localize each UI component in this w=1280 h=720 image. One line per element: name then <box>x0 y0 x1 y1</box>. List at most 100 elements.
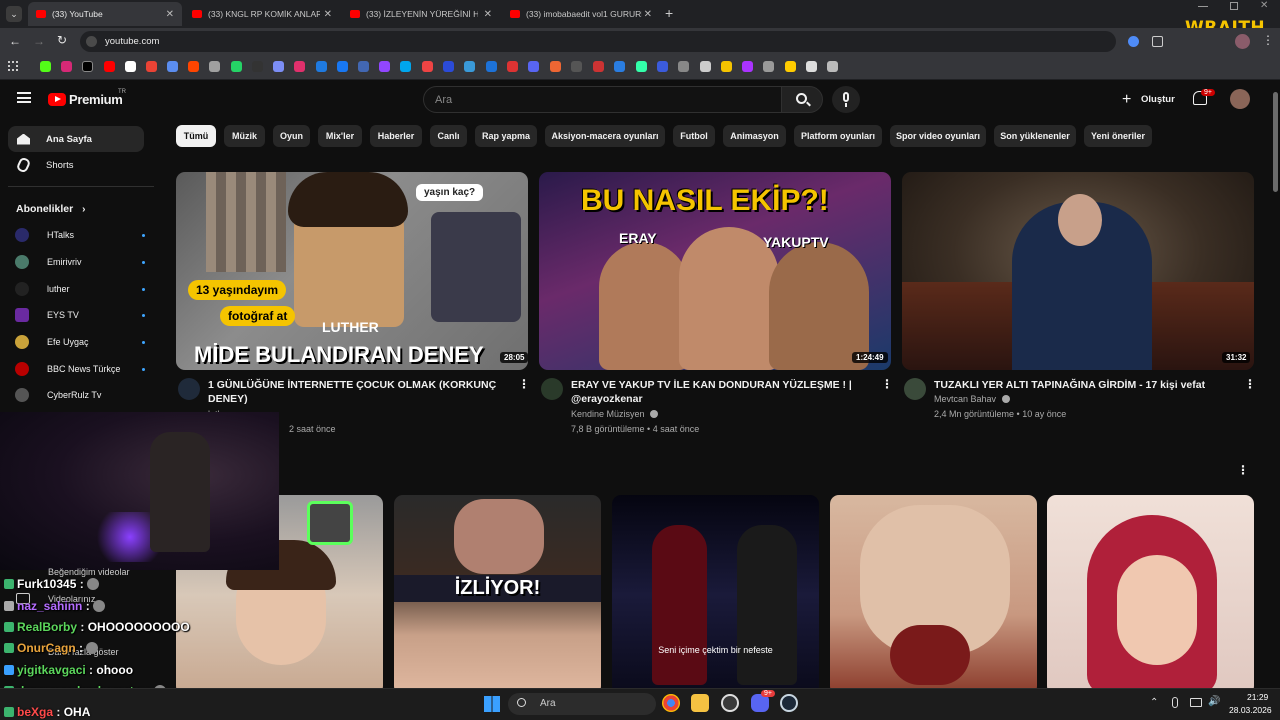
scrollbar-thumb[interactable] <box>1273 92 1278 192</box>
extension-icon[interactable] <box>1128 36 1139 47</box>
reload-icon[interactable]: ↻ <box>57 33 67 47</box>
tab-izleyenin[interactable]: (33) İZLEYENİN YÜREĞİNİ HOP ✕ <box>342 2 500 26</box>
bookmark-ext9-icon[interactable] <box>422 61 433 72</box>
taskbar-obs-icon[interactable] <box>721 694 739 712</box>
shorts-thumbnail-5[interactable] <box>1047 495 1254 695</box>
windows-start-icon[interactable] <box>484 696 500 712</box>
bookmark-ext28-icon[interactable] <box>827 61 838 72</box>
tray-chevron-icon[interactable]: ⌃ <box>1150 697 1158 708</box>
bookmark-google-icon[interactable] <box>125 61 136 72</box>
taskbar-clock-time[interactable]: 21:29 <box>1247 692 1268 702</box>
video-title[interactable]: TUZAKLI YER ALTI TAPINAĞINA GİRDİM - 17 … <box>934 378 1205 392</box>
sidebar-sub-emirivriv[interactable]: Emirivriv <box>15 253 145 271</box>
chip-animation[interactable]: Animasyon <box>723 125 786 147</box>
bookmark-ext20-icon[interactable] <box>657 61 668 72</box>
sidebar-sub-luther[interactable]: luther <box>15 280 145 298</box>
video-menu-icon[interactable]: ⋮ <box>1244 377 1256 391</box>
video-thumbnail-2[interactable]: BU NASIL EKİP?! ERAY YAKUPTV <box>539 172 891 370</box>
bookmark-ext14-icon[interactable] <box>528 61 539 72</box>
chip-platform-games[interactable]: Platform oyunları <box>794 125 882 147</box>
bookmark-ext15-icon[interactable] <box>550 61 561 72</box>
video-title-line2[interactable]: DENEY) <box>208 392 248 406</box>
forward-icon[interactable]: → <box>33 34 45 48</box>
video-title[interactable]: ERAY VE YAKUP TV İLE KAN DONDURAN YÜZLEŞ… <box>571 378 852 392</box>
sidebar-sub-efeuygac[interactable]: Efe Uygaç <box>15 333 145 351</box>
menu-dots-icon[interactable]: ⋮ <box>1262 33 1274 47</box>
window-maximize-icon[interactable] <box>1230 2 1238 10</box>
window-close-icon[interactable]: ✕ <box>1260 0 1268 11</box>
close-tab-icon[interactable]: ✕ <box>484 9 492 20</box>
channel-avatar[interactable] <box>904 378 926 400</box>
chip-music[interactable]: Müzik <box>224 125 265 147</box>
chip-mixes[interactable]: Mix'ler <box>318 125 362 147</box>
chip-news[interactable]: Haberler <box>370 125 422 147</box>
chip-football[interactable]: Futbol <box>673 125 715 147</box>
bookmark-x-icon[interactable] <box>82 61 93 72</box>
chip-all[interactable]: Tümü <box>176 125 216 147</box>
bookmark-ext13-icon[interactable] <box>507 61 518 72</box>
chip-new-to-you[interactable]: Yeni öneriler <box>1084 125 1152 147</box>
bookmark-ext6-icon[interactable] <box>316 61 327 72</box>
bookmark-ext7-icon[interactable] <box>358 61 369 72</box>
sidebar-sub-bbcturkce[interactable]: BBC News Türkçe <box>15 360 145 378</box>
tab-youtube[interactable]: (33) YouTube ✕ <box>28 2 182 26</box>
bookmark-ext3-icon[interactable] <box>252 61 263 72</box>
bookmark-facebook-icon[interactable] <box>337 61 348 72</box>
bookmark-ext21-icon[interactable] <box>678 61 689 72</box>
create-plus-icon[interactable]: + <box>1122 91 1131 109</box>
sidebar-item-shorts[interactable]: Shorts <box>8 152 144 178</box>
youtube-logo-text[interactable]: Premium <box>69 92 123 107</box>
bookmark-ext16-icon[interactable] <box>571 61 582 72</box>
channel-avatar[interactable] <box>541 378 563 400</box>
video-channel-name[interactable]: Kendine Müzisyen <box>571 409 659 419</box>
taskbar-file-explorer-icon[interactable] <box>691 694 709 712</box>
taskbar-clock-date[interactable]: 28.03.2026 <box>1229 705 1272 715</box>
sidebar-sub-eystv[interactable]: EYS TV <box>15 306 145 324</box>
subscriptions-header[interactable]: Abonelikler › <box>16 203 85 215</box>
bookmark-instagram-icon[interactable] <box>61 61 72 72</box>
search-input[interactable]: Ara <box>423 86 782 113</box>
account-avatar[interactable] <box>1230 89 1250 109</box>
bookmark-ext11-icon[interactable] <box>464 61 475 72</box>
tab-kngl[interactable]: (33) KNGL RP KOMİK ANLAR # ✕ <box>184 2 340 26</box>
chip-gaming[interactable]: Oyun <box>273 125 310 147</box>
bookmark-ext5-icon[interactable] <box>294 61 305 72</box>
taskbar-search-input[interactable]: Ara <box>508 693 656 715</box>
shorts-thumbnail-2[interactable]: İZLİYOR! <box>394 495 601 695</box>
chip-action-adventure[interactable]: Aksiyon-macera oyunları <box>545 125 665 147</box>
sidebar-item-liked-videos[interactable]: Beğendiğim videolar <box>48 567 130 577</box>
sidebar-sub-cyberrulz[interactable]: CyberRulz Tv <box>15 386 135 404</box>
bookmark-ext26-icon[interactable] <box>785 61 796 72</box>
bookmark-kick-icon[interactable] <box>40 61 51 72</box>
shorts-thumbnail-3[interactable]: Seni içime çektim bir nefeste <box>612 495 819 695</box>
video-menu-icon[interactable]: ⋮ <box>881 377 893 391</box>
taskbar-steam-icon[interactable] <box>780 694 798 712</box>
profile-avatar-icon[interactable] <box>1235 34 1250 49</box>
close-tab-icon[interactable]: ✕ <box>166 9 174 20</box>
video-menu-icon[interactable]: ⋮ <box>518 377 530 391</box>
tray-display-icon[interactable] <box>1190 698 1202 707</box>
taskbar-chrome-icon[interactable] <box>662 694 680 712</box>
bookmark-ext2-icon[interactable] <box>209 61 220 72</box>
video-title-line2[interactable]: @erayozkenar <box>571 392 643 406</box>
bookmark-ext18-icon[interactable] <box>614 61 625 72</box>
bookmark-ext17-icon[interactable] <box>593 61 604 72</box>
bookmark-ext8-icon[interactable] <box>400 61 411 72</box>
bookmark-ext-icon[interactable] <box>167 61 178 72</box>
channel-avatar[interactable] <box>178 378 200 400</box>
bookmark-ext24-icon[interactable] <box>742 61 753 72</box>
create-button[interactable]: Oluştur <box>1141 94 1175 105</box>
sidebar-item-home[interactable]: Ana Sayfa <box>8 126 144 152</box>
close-tab-icon[interactable]: ✕ <box>324 9 332 20</box>
chip-recently-uploaded[interactable]: Son yüklenenler <box>994 125 1076 147</box>
new-tab-button[interactable]: + <box>665 5 673 21</box>
voice-search-button[interactable] <box>832 86 860 113</box>
video-thumbnail-1[interactable]: yaşın kaç? 13 yaşındayım fotoğraf at LUT… <box>176 172 528 370</box>
chip-sports-games[interactable]: Spor video oyunları <box>890 125 986 147</box>
address-bar[interactable]: youtube.com <box>80 31 1116 52</box>
bookmark-ext25-icon[interactable] <box>763 61 774 72</box>
bookmark-ext12-icon[interactable] <box>486 61 497 72</box>
shorts-thumbnail-4[interactable] <box>830 495 1037 695</box>
bookmark-ext22-icon[interactable] <box>700 61 711 72</box>
chip-rap[interactable]: Rap yapma <box>475 125 537 147</box>
